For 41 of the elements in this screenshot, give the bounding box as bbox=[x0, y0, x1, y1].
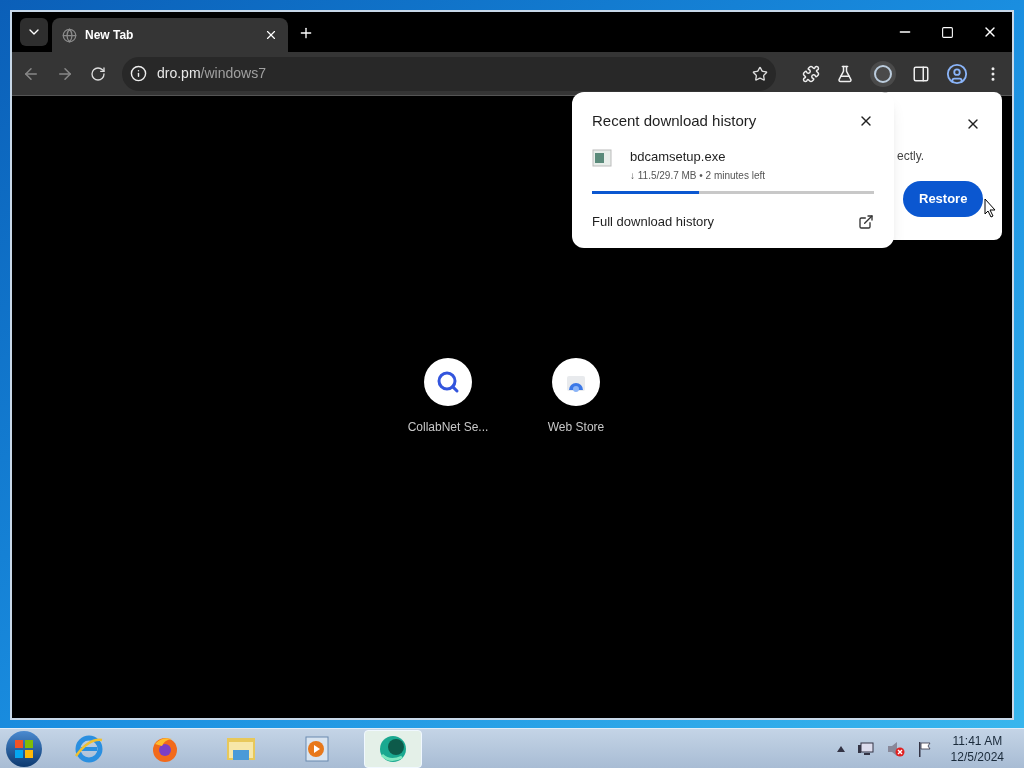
browser-tab[interactable]: New Tab bbox=[52, 18, 288, 52]
reload-icon[interactable] bbox=[90, 65, 106, 82]
muted-speaker-icon[interactable] bbox=[886, 740, 905, 757]
file-icon bbox=[592, 148, 612, 167]
info-icon bbox=[130, 65, 147, 82]
close-icon[interactable] bbox=[264, 28, 278, 42]
shortcut-label: CollabNet Se... bbox=[407, 419, 489, 436]
network-icon[interactable] bbox=[856, 740, 875, 757]
restore-button[interactable]: Restore bbox=[903, 181, 984, 217]
address-bar[interactable]: dro.pm/windows7 bbox=[122, 56, 776, 91]
clock[interactable]: 11:41 AM 12/5/2024 bbox=[950, 732, 1004, 765]
browser-e-icon bbox=[74, 733, 104, 764]
show-hidden-icon[interactable] bbox=[836, 745, 845, 752]
tab-title: New Tab bbox=[85, 27, 135, 44]
side-panel-icon[interactable] bbox=[912, 64, 930, 83]
magnifier-icon bbox=[436, 370, 460, 394]
pointer-icon bbox=[984, 198, 996, 218]
download-progress-icon[interactable] bbox=[870, 60, 896, 87]
windows-logo-icon bbox=[14, 738, 34, 759]
url-text: dro.pm/windows7 bbox=[157, 64, 267, 83]
globe-icon bbox=[62, 27, 77, 43]
start-button[interactable] bbox=[6, 730, 42, 767]
shortcut-tile[interactable] bbox=[424, 358, 472, 406]
profile-icon[interactable] bbox=[946, 62, 968, 85]
bubble-title: Recent download history bbox=[592, 111, 757, 131]
extensions-icon[interactable] bbox=[802, 64, 820, 83]
taskbar-app[interactable] bbox=[364, 729, 422, 768]
new-tab-icon[interactable] bbox=[298, 25, 314, 41]
download-status: ↓ 11.5/29.7 MB • 2 minutes left bbox=[630, 169, 766, 183]
shortcut-label: Web Store bbox=[547, 419, 605, 436]
tab-search-button[interactable] bbox=[20, 18, 48, 46]
history-link[interactable]: Full download history bbox=[592, 212, 715, 232]
bookmark-star-icon[interactable] bbox=[752, 65, 768, 82]
shortcut-tile[interactable] bbox=[552, 358, 600, 406]
flask-icon[interactable] bbox=[836, 64, 854, 83]
flag-icon[interactable] bbox=[916, 740, 933, 757]
play-icon bbox=[303, 733, 331, 764]
maximize-icon[interactable] bbox=[941, 25, 954, 39]
file-name: bdcamsetup.exe bbox=[630, 147, 727, 166]
external-link-icon[interactable] bbox=[858, 213, 874, 230]
bubble-text: ectly. bbox=[897, 148, 925, 165]
